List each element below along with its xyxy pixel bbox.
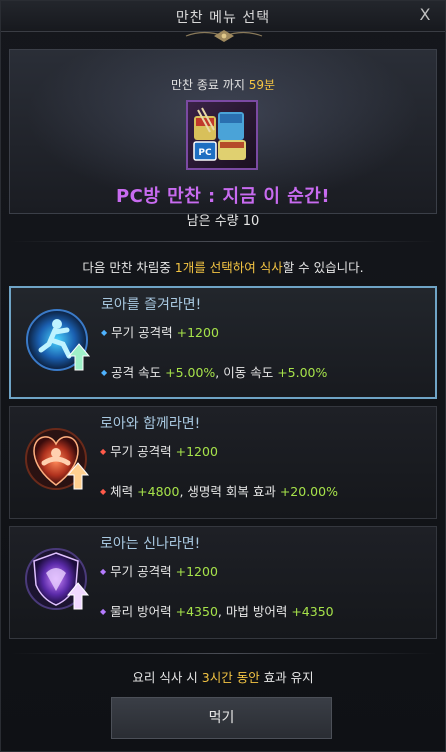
duration-notice: 요리 식사 시 3시간 동안 효과 유지 bbox=[1, 667, 445, 686]
bullet-icon: ◆ bbox=[100, 447, 107, 456]
bullet-icon: ◆ bbox=[100, 487, 107, 496]
stat-value: +4350 bbox=[175, 604, 218, 619]
stat-label: 무기 공격력 bbox=[110, 444, 176, 459]
stat-value: +5.00% bbox=[165, 365, 216, 380]
stat-label: , 마법 방어력 bbox=[217, 604, 292, 619]
ornament-icon bbox=[185, 30, 263, 42]
stat-label: 물리 방어력 bbox=[110, 604, 176, 619]
stat-value: +1200 bbox=[176, 325, 219, 340]
instruction-suffix: 할 수 있습니다. bbox=[282, 260, 364, 275]
timer-label: 만찬 종료 까지 bbox=[171, 78, 249, 92]
instruction-highlight: 1개를 선택하여 식사 bbox=[174, 260, 283, 275]
instruction-text: 다음 만찬 차림중 1개를 선택하여 식사할 수 있습니다. bbox=[1, 257, 445, 276]
divider bbox=[9, 653, 437, 654]
duration-prefix: 요리 식사 시 bbox=[132, 670, 202, 685]
option-stat-line: ◆ 무기 공격력 +1200 bbox=[101, 322, 219, 341]
instruction-prefix: 다음 만찬 차림중 bbox=[82, 260, 175, 275]
bullet-icon: ◆ bbox=[100, 607, 107, 616]
feast-headline: PC방 만찬 : 지금 이 순간! bbox=[115, 186, 331, 207]
stat-value: +20.00% bbox=[279, 484, 338, 499]
shield-crest-icon bbox=[25, 548, 90, 610]
pc-cafe-noodle-icon: PC bbox=[186, 100, 258, 170]
duration-highlight: 3시간 동안 bbox=[201, 670, 260, 685]
feast-option-excited[interactable]: 로아는 신나라면! ◆ 무기 공격력 +1200 ◆ 물리 방어력 +4350, 마… bbox=[9, 526, 437, 639]
stat-value: +4350 bbox=[291, 604, 334, 619]
feast-option-running[interactable]: 로아를 즐겨라면! ◆ 무기 공격력 +1200 ◆ 공격 속도 +5.00%, 이… bbox=[9, 286, 437, 399]
option-title: 로아와 함께라면! bbox=[100, 416, 201, 432]
timer-value: 59분 bbox=[248, 78, 275, 92]
stat-label: 무기 공격력 bbox=[111, 325, 177, 340]
stat-label: , 이동 속도 bbox=[215, 365, 278, 380]
bullet-icon: ◆ bbox=[101, 368, 108, 377]
feast-timer: 만찬 종료 까지 59분 bbox=[10, 76, 436, 93]
option-title: 로아는 신나라면! bbox=[100, 536, 201, 552]
eat-button[interactable]: 먹기 bbox=[111, 697, 332, 739]
feast-menu-window: 만찬 메뉴 선택 X 만찬 종료 까지 59분 PC PC방 만찬: 지금 이… bbox=[0, 0, 446, 752]
close-icon[interactable]: X bbox=[415, 5, 435, 25]
stat-label: , 생명력 회복 효과 bbox=[179, 484, 280, 499]
feast-banner: 만찬 종료 까지 59분 PC PC방 만찬 : 지금 이 순간! 남은 수량 … bbox=[9, 49, 437, 229]
stat-value: +1200 bbox=[175, 564, 218, 579]
option-stat-line: ◆ 무기 공격력 +1200 bbox=[100, 561, 218, 580]
stat-value: +4800 bbox=[137, 484, 180, 499]
stat-label: 공격 속도 bbox=[111, 365, 166, 380]
bullet-icon: ◆ bbox=[101, 328, 108, 337]
bullet-icon: ◆ bbox=[100, 567, 107, 576]
duration-suffix: 효과 유지 bbox=[259, 670, 314, 685]
option-stat-line: ◆ 물리 방어력 +4350, 마법 방어력 +4350 bbox=[100, 601, 334, 620]
stat-value: +1200 bbox=[175, 444, 218, 459]
remaining-count: 남은 수량 10 bbox=[186, 214, 260, 229]
divider bbox=[9, 241, 437, 242]
option-stat-line: ◆ 체력 +4800, 생명력 회복 효과 +20.00% bbox=[100, 481, 338, 500]
window-title: 만찬 메뉴 선택 bbox=[175, 10, 271, 26]
option-stat-line: ◆ 공격 속도 +5.00%, 이동 속도 +5.00% bbox=[101, 362, 327, 381]
stat-value: +5.00% bbox=[277, 365, 328, 380]
option-title: 로아를 즐겨라면! bbox=[101, 297, 202, 313]
option-stat-line: ◆ 무기 공격력 +1200 bbox=[100, 441, 218, 460]
heart-muscle-icon bbox=[25, 428, 90, 490]
stat-label: 무기 공격력 bbox=[110, 564, 176, 579]
feast-option-together[interactable]: 로아와 함께라면! ◆ 무기 공격력 +1200 ◆ 체력 +4800, 생명력 회… bbox=[9, 406, 437, 519]
running-figure-icon bbox=[26, 309, 91, 371]
pc-label: PC bbox=[198, 148, 212, 158]
stat-label: 체력 bbox=[110, 484, 138, 499]
